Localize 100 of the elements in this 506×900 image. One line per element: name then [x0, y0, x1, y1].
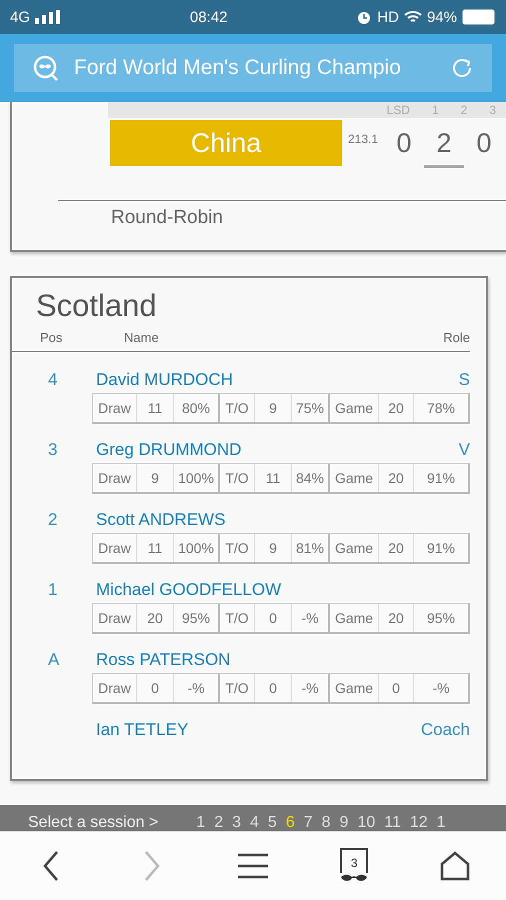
table-cell: 81%	[291, 534, 328, 562]
tabs-button[interactable]: 3	[331, 843, 378, 889]
table-cell: Game	[328, 534, 378, 562]
back-icon	[40, 850, 61, 882]
table-cell-text: Draw	[97, 609, 132, 628]
table-cell: 9	[136, 464, 173, 492]
player-role: S	[458, 370, 470, 390]
player-name-link[interactable]: Ross PATERSON	[96, 650, 470, 670]
column-header: Role	[443, 330, 470, 345]
table-cell: -%	[413, 674, 468, 702]
table-cell: 0	[254, 604, 291, 632]
table-cell: Game	[328, 394, 378, 422]
clock: 08:42	[190, 8, 228, 26]
menu-icon	[236, 853, 269, 879]
player-position: 4	[48, 370, 58, 390]
table-cell-text: Draw	[97, 679, 132, 698]
address-bar[interactable]: Ford World Men's Curling Champio	[14, 44, 492, 92]
round-label: Round-Robin	[111, 207, 224, 229]
table-cell: Game	[328, 464, 378, 492]
table-cell: 20	[378, 534, 413, 562]
network-label: 4G	[10, 8, 30, 26]
table-cell: Game	[328, 674, 378, 702]
table-cell: 0	[254, 674, 291, 702]
page-title: Ford World Men's Curling Champio	[74, 56, 402, 80]
table-cell: 0	[136, 674, 173, 702]
table-cell-text: Draw	[97, 469, 132, 488]
table-cell: 20	[136, 604, 173, 632]
session-link[interactable]: 7	[304, 814, 313, 831]
table-cell: 75%	[291, 394, 328, 422]
session-link[interactable]: 8	[322, 814, 331, 831]
table-cell: 9	[254, 534, 291, 562]
player-position: 2	[48, 510, 58, 530]
table-cell: 91%	[413, 464, 468, 492]
table-cell: 20	[378, 464, 413, 492]
session-link[interactable]: 10	[357, 814, 376, 831]
team-name: China	[110, 120, 342, 166]
player-position: A	[48, 650, 60, 670]
table-cell-text: Draw	[97, 539, 132, 558]
table-cell: 100%	[173, 464, 218, 492]
player-name-link[interactable]: David MURDOCH	[96, 370, 459, 390]
player-name-link[interactable]: Michael GOODFELLOW	[96, 580, 470, 600]
table-cell: 84%	[291, 464, 328, 492]
column-header: Pos	[40, 330, 64, 345]
table-cell: 95%	[413, 604, 468, 632]
table-cell: T/O	[218, 604, 254, 632]
table-cell: 100%	[173, 534, 218, 562]
table-cell: 95%	[173, 604, 218, 632]
player-position: 3	[48, 440, 58, 460]
session-link[interactable]: 2	[214, 814, 224, 831]
mask-search-icon	[32, 55, 60, 81]
table-cell: Game	[328, 604, 378, 632]
table-cell: 9	[254, 394, 291, 422]
column-header: LSD	[386, 103, 410, 117]
table-cell: -%	[173, 674, 218, 702]
table-cell: -%	[291, 604, 328, 632]
wifi-icon	[404, 10, 422, 24]
table-cell: -%	[291, 674, 328, 702]
player-position: 1	[48, 580, 58, 600]
end-score[interactable]: 2	[424, 120, 464, 168]
session-link[interactable]: 3	[232, 814, 242, 831]
table-cell: 11	[254, 464, 291, 492]
team-title: Scotland	[36, 288, 158, 324]
column-header: 3	[489, 103, 496, 117]
table-cell: 80%	[173, 394, 218, 422]
session-link[interactable]: 1	[196, 814, 206, 831]
session-link[interactable]: 11	[384, 814, 401, 831]
alarm-icon	[356, 9, 372, 25]
table-cell: 91%	[413, 534, 468, 562]
player-name-link[interactable]: Scott ANDREWS	[96, 510, 470, 530]
table-cell: T/O	[218, 534, 254, 562]
hd-label: HD	[377, 8, 399, 26]
table-cell: T/O	[218, 674, 254, 702]
table-cell: 20	[378, 604, 413, 632]
column-header: Name	[124, 330, 160, 345]
table-cell: T/O	[218, 394, 254, 422]
battery-icon	[462, 9, 496, 25]
session-link[interactable]: 1	[436, 814, 446, 831]
player-name-link[interactable]: Greg DRUMMOND	[96, 440, 459, 460]
table-cell: 11	[136, 534, 173, 562]
session-link[interactable]: 5	[268, 814, 277, 831]
table-cell: T/O	[218, 464, 254, 492]
coach-role: Coach	[420, 720, 470, 740]
session-label: Select a session >	[28, 814, 158, 831]
session-link[interactable]: 6	[286, 814, 295, 831]
player-role: V	[458, 440, 470, 460]
table-cell: 0	[378, 674, 413, 702]
coach-name-link[interactable]: Ian TETLEY	[96, 720, 421, 740]
signal-icon	[35, 10, 62, 24]
session-link[interactable]: 9	[340, 814, 348, 831]
column-header: 2	[460, 103, 468, 117]
table-cell: 78%	[413, 394, 468, 422]
battery-percent: 94%	[426, 8, 457, 26]
session-link[interactable]: 4	[250, 814, 259, 831]
table-cell: 20	[378, 394, 413, 422]
end-score[interactable]: 0	[464, 120, 504, 168]
table-cell-text: Draw	[97, 399, 132, 418]
session-link[interactable]: 12	[410, 814, 428, 831]
lsd-value: 213.1	[348, 132, 378, 146]
home-icon	[440, 851, 470, 881]
end-score[interactable]: 0	[384, 120, 424, 168]
